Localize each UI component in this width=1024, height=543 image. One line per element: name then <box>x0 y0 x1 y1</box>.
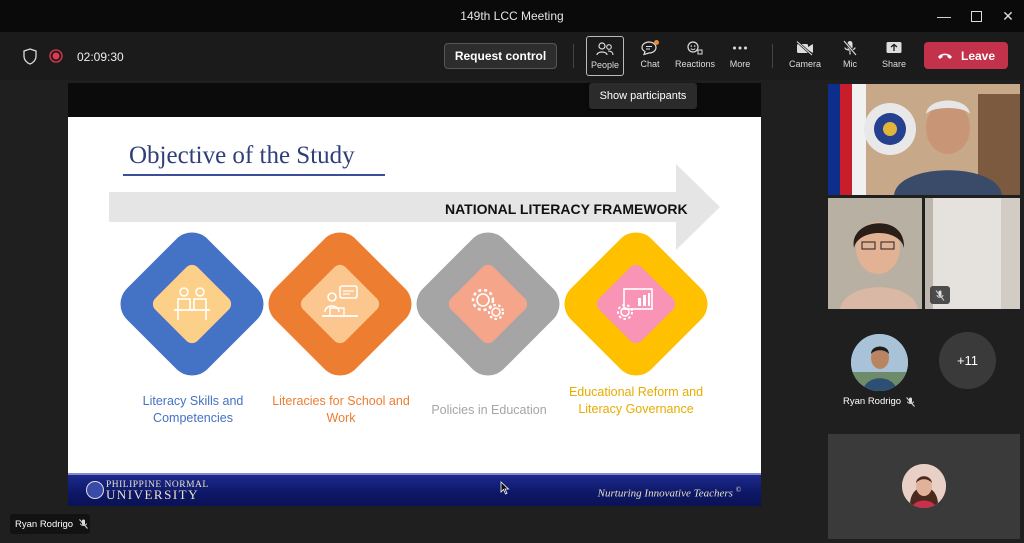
minimize-icon[interactable]: — <box>928 0 960 32</box>
shield-icon[interactable] <box>21 46 39 66</box>
self-avatar-photo <box>902 464 946 508</box>
participant-video-1[interactable] <box>828 84 1020 195</box>
camera-button[interactable]: Camera <box>784 36 826 76</box>
toolbar-divider <box>573 44 574 68</box>
chat-label: Chat <box>640 59 660 69</box>
people-button[interactable]: People <box>586 36 624 76</box>
framework-label: NATIONAL LITERACY FRAMEWORK <box>445 201 688 217</box>
presentation-board-icon <box>617 288 653 320</box>
people-label: People <box>590 60 620 70</box>
mic-button[interactable]: Mic <box>829 36 871 76</box>
share-button[interactable]: Share <box>873 36 915 76</box>
meeting-timer: 02:09:30 <box>77 50 124 64</box>
avatar-photo <box>851 334 908 391</box>
recording-icon <box>48 48 64 64</box>
mic-off-icon <box>935 289 945 301</box>
footer-motto: Nurturing Innovative Teachers © <box>598 486 741 500</box>
shared-screen: Objective of the Study NATIONAL LITERACY… <box>68 83 761 506</box>
caption-literacy-skills: Literacy Skills and Competencies <box>142 394 244 425</box>
participant-1-video-frame <box>828 84 1020 195</box>
participant-2-video-frame <box>828 198 922 309</box>
window-title: 149th LCC Meeting <box>460 9 564 23</box>
self-view-tile[interactable] <box>828 434 1020 539</box>
participant-video-2[interactable] <box>828 198 922 309</box>
camera-off-icon <box>796 40 813 56</box>
chat-icon <box>641 40 659 56</box>
mic-off-icon <box>843 40 857 56</box>
motto-text: Nurturing Innovative Teachers <box>597 487 733 500</box>
request-control-button[interactable]: Request control <box>444 43 557 69</box>
close-icon[interactable]: ✕ <box>992 0 1024 32</box>
presenter-name: Ryan Rodrigo <box>15 518 74 530</box>
mic-off-icon <box>906 396 915 407</box>
leave-label: Leave <box>960 48 996 63</box>
gears-icon <box>471 288 505 321</box>
more-button[interactable]: More <box>719 36 761 76</box>
university-line2: University <box>106 487 199 502</box>
participant-3-muted-badge <box>930 286 950 304</box>
motto-mark: © <box>735 486 741 494</box>
chat-button[interactable]: Chat <box>629 36 671 76</box>
presentation-slide: Objective of the Study NATIONAL LITERACY… <box>68 117 761 506</box>
mic-label: Mic <box>843 59 857 69</box>
caption-literacies-school-work: Literacies for School and Work <box>272 394 410 425</box>
presenter-name-card: Ryan Rodrigo <box>10 514 90 534</box>
reactions-label: Reactions <box>674 59 716 69</box>
meeting-toolbar: 02:09:30 Request control People Chat Rea… <box>0 32 1024 80</box>
university-seal-icon <box>86 481 104 499</box>
reactions-button[interactable]: Reactions <box>674 36 716 76</box>
camera-label: Camera <box>788 59 821 69</box>
participant-name-label: Ryan Rodrigo <box>843 396 902 407</box>
people-icon <box>596 42 614 56</box>
share-label: Share <box>881 59 907 69</box>
more-participants-button[interactable]: +11 <box>939 332 996 389</box>
avatar-ryan-rodrigo[interactable] <box>851 334 908 391</box>
toolbar-divider <box>772 44 773 68</box>
more-label: More <box>729 59 751 69</box>
students-desk-icon <box>174 287 210 320</box>
university-name: Philippine Normal University <box>106 480 209 502</box>
phone-hangup-icon <box>937 53 952 59</box>
caption-policies-education: Policies in Education <box>431 403 547 417</box>
mic-off-icon <box>79 519 88 529</box>
self-avatar <box>902 464 946 508</box>
cursor-icon <box>500 481 510 495</box>
reactions-icon <box>687 41 703 55</box>
slide-footer: Philippine Normal University Nurturing I… <box>68 473 761 506</box>
caption-educational-reform: Educational Reform and Literacy Governan… <box>568 385 704 416</box>
title-bar: 149th LCC Meeting — ✕ <box>0 0 1024 32</box>
participant-name-ryan: Ryan Rodrigo <box>843 396 915 407</box>
more-icon <box>733 46 747 50</box>
share-icon <box>886 42 902 53</box>
leave-button[interactable]: Leave <box>924 42 1008 69</box>
show-participants-tooltip: Show participants <box>589 83 697 109</box>
maximize-icon[interactable] <box>960 0 992 32</box>
person-laptop-chat-icon <box>322 285 358 317</box>
